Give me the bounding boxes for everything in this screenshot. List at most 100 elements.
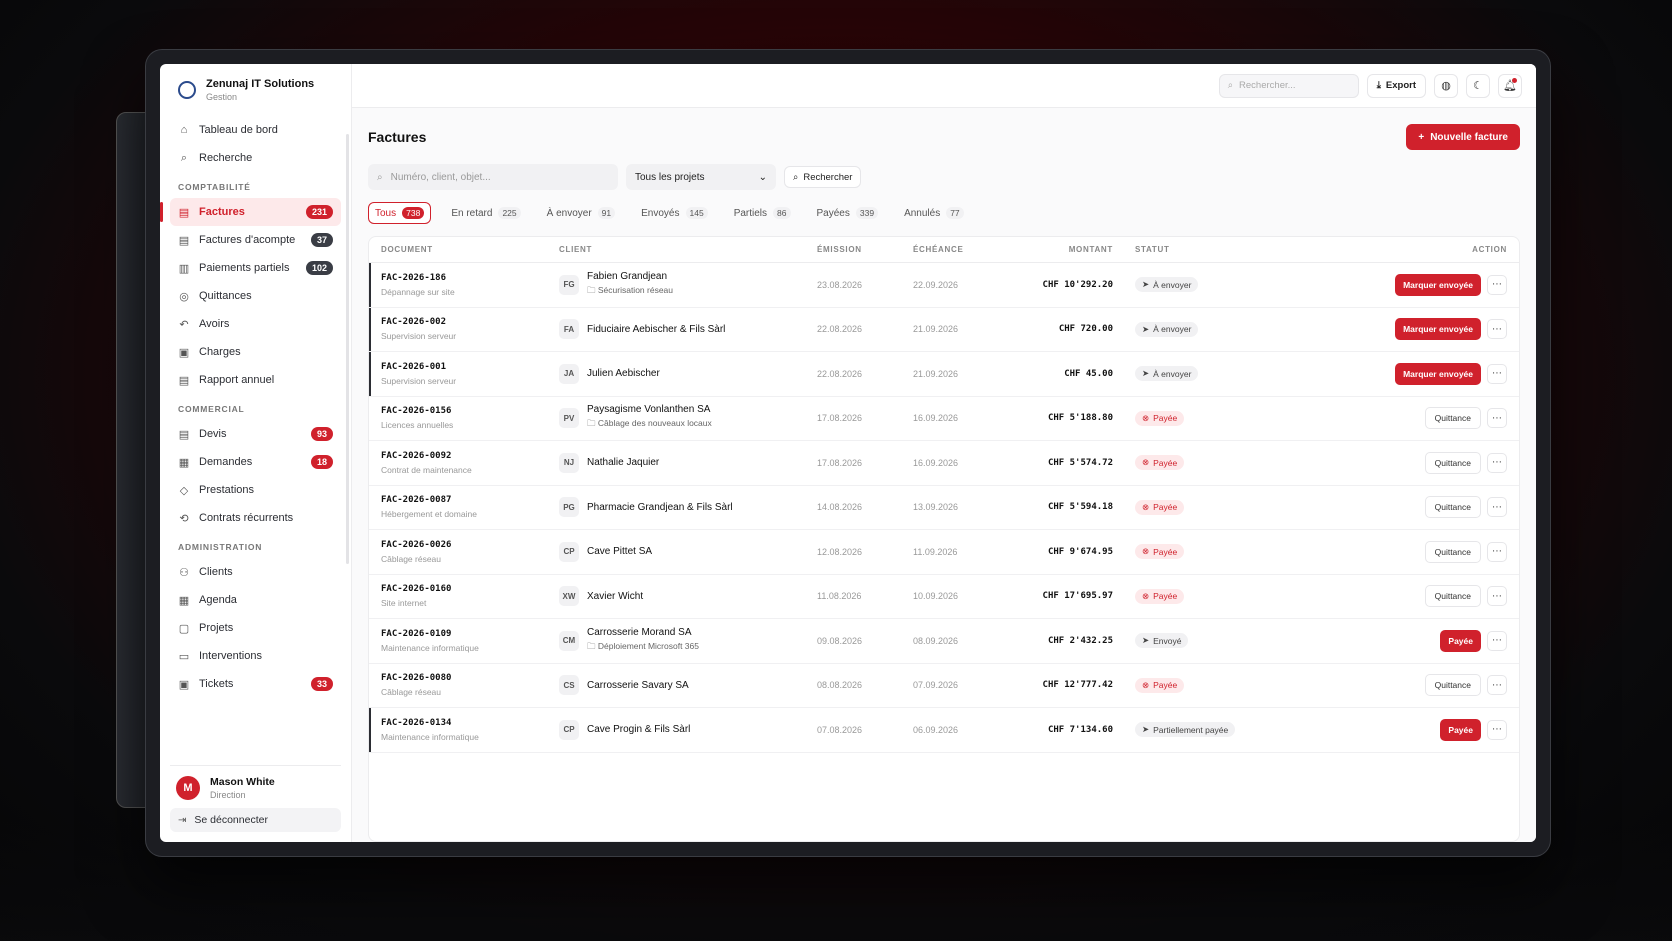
- row-action-button[interactable]: Quittance: [1424, 407, 1481, 430]
- row-action-button[interactable]: Quittance: [1424, 496, 1481, 519]
- client-name[interactable]: Cave Pittet SA: [587, 546, 652, 557]
- client-name[interactable]: Pharmacie Grandjean & Fils Sàrl: [587, 502, 733, 513]
- invoice-search-input[interactable]: ⌕ Numéro, client, objet...: [368, 164, 618, 190]
- sidebar-item-projets[interactable]: ▢ Projets: [170, 614, 341, 642]
- palette-button[interactable]: ◍: [1434, 73, 1458, 98]
- table-row[interactable]: FAC-2026-0134 Maintenance informatique C…: [369, 708, 1519, 753]
- invoice-number[interactable]: FAC-2026-0156: [381, 406, 559, 416]
- table-row[interactable]: FAC-2026-0080 Câblage réseau CS Carrosse…: [369, 664, 1519, 708]
- notifications-button[interactable]: 🔔︎: [1498, 73, 1522, 98]
- row-action-button[interactable]: Quittance: [1424, 540, 1481, 563]
- sidebar-item-interventions[interactable]: ▭ Interventions: [170, 642, 341, 670]
- tab-payees[interactable]: Payées 339: [811, 202, 885, 224]
- sidebar-item-devis[interactable]: ▤ Devis 93: [170, 420, 341, 448]
- more-options-icon[interactable]: ⋯: [1487, 586, 1507, 607]
- col-document[interactable]: DOCUMENT: [381, 245, 559, 254]
- sidebar-item-factures-d-acompte[interactable]: ▤ Factures d'acompte 37: [170, 226, 341, 254]
- sidebar-item-clients[interactable]: ⚇ Clients: [170, 558, 341, 586]
- table-row[interactable]: FAC-2026-0109 Maintenance informatique C…: [369, 619, 1519, 664]
- sidebar-item-factures[interactable]: ▤ Factures 231: [160, 198, 341, 226]
- invoice-number[interactable]: FAC-2026-0092: [381, 451, 559, 461]
- client-name[interactable]: Carrosserie Morand SA: [587, 627, 699, 638]
- invoice-number[interactable]: FAC-2026-186: [381, 273, 559, 283]
- tab-annules[interactable]: Annulés 77: [898, 202, 970, 224]
- tab-a-envoyer[interactable]: À envoyer 91: [541, 202, 622, 224]
- sidebar-item-charges[interactable]: ▣ Charges: [170, 338, 341, 366]
- more-options-icon[interactable]: ⋯: [1487, 274, 1507, 295]
- global-search-input[interactable]: ⌕ Rechercher...: [1218, 73, 1359, 98]
- theme-toggle-button[interactable]: ☾: [1466, 73, 1490, 98]
- more-options-icon[interactable]: ⋯: [1487, 408, 1507, 429]
- row-action-button[interactable]: Payée: [1440, 629, 1481, 652]
- more-options-icon[interactable]: ⋯: [1487, 319, 1507, 340]
- row-action-button[interactable]: Payée: [1440, 718, 1481, 741]
- table-row[interactable]: FAC-2026-001 Supervision serveur JA Juli…: [369, 352, 1519, 397]
- client-name[interactable]: Nathalie Jaquier: [587, 457, 659, 468]
- new-invoice-button[interactable]: + Nouvelle facture: [1406, 124, 1520, 150]
- more-options-icon[interactable]: ⋯: [1487, 452, 1507, 473]
- sidebar-item-avoirs[interactable]: ↶ Avoirs: [170, 310, 341, 338]
- sidebar-item-label: Avoirs: [199, 318, 230, 330]
- table-row[interactable]: FAC-2026-186 Dépannage sur site FG Fabie…: [369, 263, 1519, 308]
- col-emission[interactable]: ÉMISSION: [817, 245, 913, 254]
- client-name[interactable]: Fabien Grandjean: [587, 271, 673, 282]
- client-name[interactable]: Cave Progin & Fils Sàrl: [587, 724, 690, 735]
- row-action-button[interactable]: Quittance: [1424, 674, 1481, 697]
- project-select[interactable]: Tous les projets ⌄: [626, 164, 776, 190]
- tab-tous[interactable]: Tous 738: [368, 202, 432, 224]
- logout-button[interactable]: ⇥ Se déconnecter: [170, 808, 341, 832]
- more-options-icon[interactable]: ⋯: [1487, 363, 1507, 384]
- more-options-icon[interactable]: ⋯: [1487, 630, 1507, 651]
- col-echeance[interactable]: ÉCHÉANCE: [913, 245, 1013, 254]
- table-row[interactable]: FAC-2026-002 Supervision serveur FA Fidu…: [369, 307, 1519, 352]
- sidebar-item-recherche[interactable]: ⌕ Recherche: [170, 144, 341, 172]
- table-row[interactable]: FAC-2026-0156 Licences annuelles PV Pays…: [369, 397, 1519, 441]
- sidebar-item-quittances[interactable]: ◎ Quittances: [170, 282, 341, 310]
- sidebar-item-prestations[interactable]: ◇ Prestations: [170, 476, 341, 504]
- row-action-button[interactable]: Marquer envoyée: [1395, 273, 1481, 296]
- invoice-number[interactable]: FAC-2026-0160: [381, 584, 559, 594]
- col-client[interactable]: CLIENT: [559, 245, 817, 254]
- table-row[interactable]: FAC-2026-0092 Contrat de maintenance NJ …: [369, 441, 1519, 486]
- client-name[interactable]: Julien Aebischer: [587, 368, 660, 379]
- client-name[interactable]: Xavier Wicht: [587, 591, 643, 602]
- sidebar-scrollbar[interactable]: [346, 134, 349, 564]
- row-action-button[interactable]: Quittance: [1424, 585, 1481, 608]
- invoice-number[interactable]: FAC-2026-001: [381, 362, 559, 372]
- more-options-icon[interactable]: ⋯: [1487, 719, 1507, 740]
- sidebar-item-tableau-de-bord[interactable]: ⌂ Tableau de bord: [170, 116, 341, 144]
- more-options-icon[interactable]: ⋯: [1487, 541, 1507, 562]
- status-label: À envoyer: [1153, 368, 1192, 379]
- table-row[interactable]: FAC-2026-0160 Site internet XW Xavier Wi…: [369, 575, 1519, 619]
- client-name[interactable]: Fiduciaire Aebischer & Fils Sàrl: [587, 324, 725, 335]
- export-button[interactable]: ⤓ Export: [1366, 73, 1426, 98]
- col-montant[interactable]: MONTANT: [1013, 245, 1113, 254]
- col-statut[interactable]: STATUT: [1113, 245, 1283, 254]
- tab-envoyes[interactable]: Envoyés 145: [635, 202, 714, 224]
- client-name[interactable]: Carrosserie Savary SA: [587, 680, 689, 691]
- search-button[interactable]: ⌕ Rechercher: [784, 166, 862, 188]
- invoice-number[interactable]: FAC-2026-0080: [381, 673, 559, 683]
- invoice-number[interactable]: FAC-2026-002: [381, 317, 559, 327]
- invoice-number[interactable]: FAC-2026-0087: [381, 495, 559, 505]
- sidebar-item-rapport-annuel[interactable]: ▤ Rapport annuel: [170, 366, 341, 394]
- table-row[interactable]: FAC-2026-0087 Hébergement et domaine PG …: [369, 486, 1519, 530]
- sidebar-item-agenda[interactable]: ▦ Agenda: [170, 586, 341, 614]
- row-action-button[interactable]: Marquer envoyée: [1395, 362, 1481, 385]
- sidebar-item-tickets[interactable]: ▣ Tickets 33: [170, 670, 341, 698]
- tab-en-retard[interactable]: En retard 225: [445, 202, 526, 224]
- invoice-number[interactable]: FAC-2026-0109: [381, 629, 559, 639]
- row-action-button[interactable]: Marquer envoyée: [1395, 318, 1481, 341]
- client-name[interactable]: Paysagisme Vonlanthen SA: [587, 404, 712, 415]
- sidebar-item-paiements-partiels[interactable]: ▥ Paiements partiels 102: [170, 254, 341, 282]
- user-row[interactable]: M Mason White Direction: [170, 776, 341, 808]
- invoice-number[interactable]: FAC-2026-0134: [381, 718, 559, 728]
- more-options-icon[interactable]: ⋯: [1487, 497, 1507, 518]
- row-action-button[interactable]: Quittance: [1424, 451, 1481, 474]
- invoice-number[interactable]: FAC-2026-0026: [381, 540, 559, 550]
- more-options-icon[interactable]: ⋯: [1487, 675, 1507, 696]
- sidebar-item-demandes[interactable]: ▦ Demandes 18: [170, 448, 341, 476]
- tab-partiels[interactable]: Partiels 86: [728, 202, 797, 224]
- sidebar-item-contrats-recurrents[interactable]: ⟲ Contrats récurrents: [170, 504, 341, 532]
- table-row[interactable]: FAC-2026-0026 Câblage réseau CP Cave Pit…: [369, 530, 1519, 575]
